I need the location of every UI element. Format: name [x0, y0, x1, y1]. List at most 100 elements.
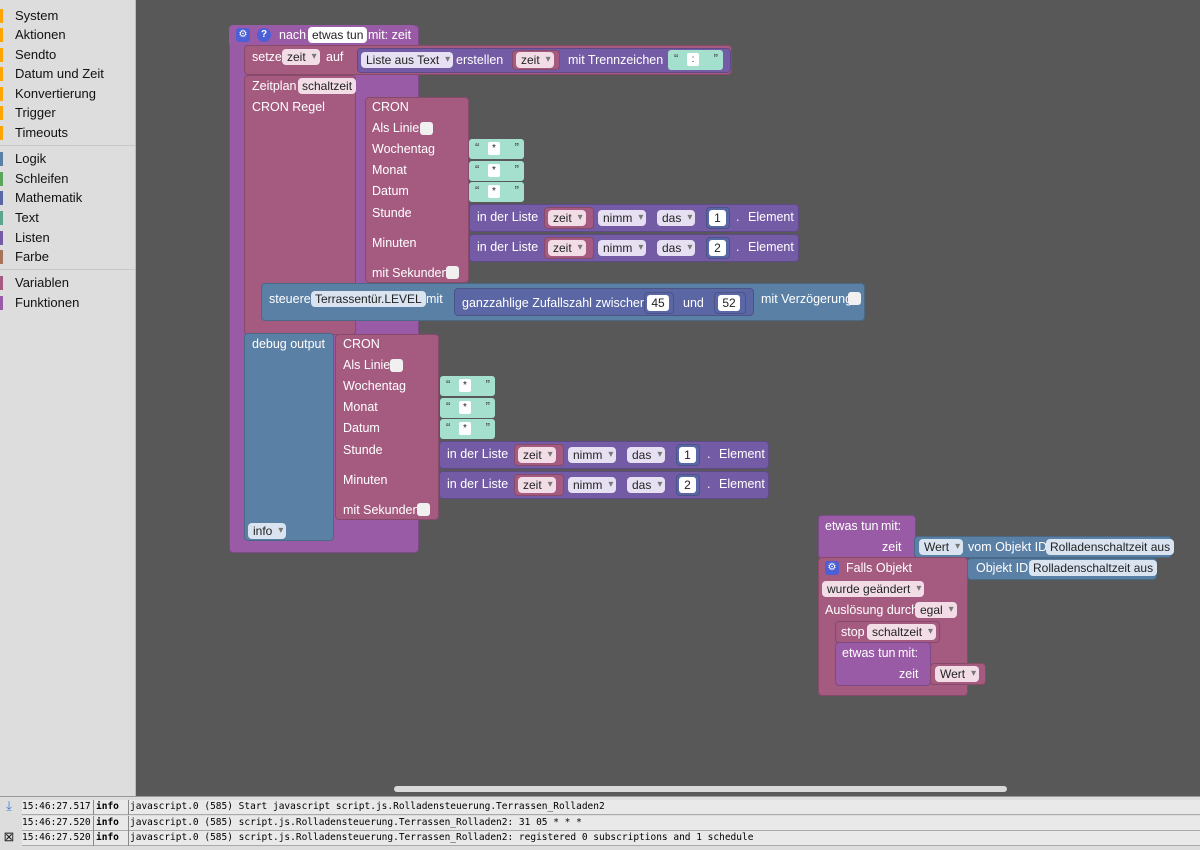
category-funktionen[interactable]: Funktionen: [0, 293, 135, 313]
help-icon[interactable]: ?: [257, 28, 271, 42]
in-der-liste-label: in der Liste: [447, 447, 509, 461]
als-linie-checkbox[interactable]: [420, 122, 433, 135]
objekt-id-label: Objekt ID: [976, 561, 1029, 575]
delay-checkbox[interactable]: [848, 292, 861, 305]
das-dropdown[interactable]: das: [657, 210, 696, 226]
schedule-dropdown[interactable]: schaltzeit: [867, 624, 937, 640]
als-linie-checkbox[interactable]: [390, 359, 403, 372]
log-row: 15:46:27.517 info javascript.0 (585) Sta…: [22, 800, 1200, 815]
category-variablen[interactable]: Variablen: [0, 273, 135, 293]
falls-objekt-label: Falls Objekt: [846, 561, 912, 575]
dot-label: .: [707, 447, 711, 461]
number-value[interactable]: 2: [709, 240, 726, 256]
variable-dropdown[interactable]: zeit: [518, 477, 556, 493]
category-timeouts[interactable]: Timeouts: [0, 123, 135, 143]
text-block[interactable]: “: ”: [668, 50, 723, 70]
category-color: [0, 87, 3, 101]
blockly-workspace[interactable]: ⚙ ? nach etwas tun mit: zeit setze zeit …: [136, 0, 1200, 796]
quote-open: “: [475, 162, 480, 177]
category-mathematik[interactable]: Mathematik: [0, 188, 135, 208]
nimm-dropdown[interactable]: nimm: [568, 447, 617, 463]
number-value[interactable]: 1: [709, 210, 726, 226]
category-label: Trigger: [15, 105, 56, 120]
mit-sekunden-checkbox[interactable]: [417, 503, 430, 516]
in-der-liste-label: in der Liste: [447, 477, 509, 491]
function-name-field[interactable]: etwas tun: [308, 27, 368, 43]
variable-dropdown[interactable]: Wert: [935, 666, 980, 682]
element-label: Element: [719, 447, 765, 461]
minuten-label: Minuten: [343, 473, 388, 487]
category-label: Funktionen: [15, 295, 80, 310]
text-value[interactable]: *: [459, 401, 471, 414]
nimm-dropdown[interactable]: nimm: [598, 210, 647, 226]
category-aktionen[interactable]: Aktionen: [0, 25, 135, 45]
in-der-liste-label: in der Liste: [477, 210, 539, 224]
number-value[interactable]: 1: [679, 447, 696, 463]
text-value[interactable]: *: [488, 185, 500, 198]
scroll-down-icon[interactable]: ⤓: [2, 799, 16, 813]
schedule-name-field[interactable]: schaltzeit: [298, 78, 357, 94]
variable-dropdown[interactable]: zeit: [548, 210, 586, 226]
category-label: Listen: [15, 230, 50, 245]
nimm-dropdown[interactable]: nimm: [598, 240, 647, 256]
steuere-label: steuere: [269, 292, 311, 306]
das-dropdown[interactable]: das: [627, 447, 666, 463]
log-row: 15:46:27.520 info javascript.0 (585) scr…: [22, 831, 1200, 846]
gear-icon[interactable]: ⚙: [236, 28, 250, 42]
nimm-dropdown[interactable]: nimm: [568, 477, 617, 493]
text-value[interactable]: *: [488, 142, 500, 155]
log-time: 15:46:27.517: [22, 801, 91, 812]
text-block[interactable]: “ * ”: [469, 182, 524, 202]
das-dropdown[interactable]: das: [627, 477, 666, 493]
category-sendto[interactable]: Sendto: [0, 45, 135, 65]
text-block[interactable]: “ * ”: [440, 419, 495, 439]
variable-dropdown[interactable]: zeit: [516, 52, 554, 68]
category-color: [0, 126, 3, 140]
object-id-field[interactable]: Rolladenschaltzeit aus: [1029, 560, 1158, 576]
category-schleifen[interactable]: Schleifen: [0, 169, 135, 189]
number-value[interactable]: 52: [718, 295, 740, 311]
attribute-dropdown[interactable]: Wert: [919, 539, 964, 555]
state-id-field[interactable]: Terrassentür.LEVEL: [311, 291, 426, 307]
category-farbe[interactable]: Farbe: [0, 247, 135, 267]
log-level-dropdown[interactable]: info: [248, 523, 287, 539]
object-id-field[interactable]: Rolladenschaltzeit aus: [1046, 539, 1175, 555]
category-trigger[interactable]: Trigger: [0, 103, 135, 123]
clear-log-icon[interactable]: ⊠: [2, 830, 16, 844]
variable-dropdown[interactable]: zeit: [282, 49, 320, 65]
ausloesung-dropdown[interactable]: egal: [915, 602, 957, 618]
auf-label: auf: [326, 50, 344, 64]
text-block[interactable]: “ * ”: [440, 398, 495, 418]
quote-open: “: [446, 377, 451, 392]
gear-icon[interactable]: ⚙: [825, 561, 839, 575]
text-block[interactable]: “ * ”: [469, 139, 524, 159]
category-logik[interactable]: Logik: [0, 149, 135, 169]
category-system[interactable]: System: [0, 6, 135, 26]
horizontal-scrollbar[interactable]: [394, 786, 1007, 792]
text-value[interactable]: *: [459, 422, 471, 435]
list-mode-dropdown[interactable]: Liste aus Text: [361, 52, 454, 68]
log-level: info: [96, 832, 119, 843]
das-dropdown[interactable]: das: [657, 240, 696, 256]
text-block[interactable]: “ * ”: [440, 376, 495, 396]
variable-dropdown[interactable]: zeit: [518, 447, 556, 463]
number-value[interactable]: 45: [647, 295, 669, 311]
category-datum[interactable]: Datum und Zeit: [0, 64, 135, 84]
cron-title: CRON: [343, 337, 380, 351]
number-value[interactable]: 2: [679, 477, 696, 493]
category-label: Text: [15, 210, 39, 225]
category-text[interactable]: Text: [0, 208, 135, 228]
variable-dropdown[interactable]: zeit: [548, 240, 586, 256]
text-block[interactable]: “ * ”: [469, 161, 524, 181]
quote-open: “: [446, 420, 451, 435]
text-value[interactable]: *: [488, 164, 500, 177]
mit-sekunden-checkbox[interactable]: [446, 266, 459, 279]
change-type-dropdown[interactable]: wurde geändert: [822, 581, 925, 597]
minuten-label: Minuten: [372, 236, 417, 250]
category-listen[interactable]: Listen: [0, 228, 135, 248]
text-value[interactable]: :: [687, 53, 699, 66]
text-value[interactable]: *: [459, 379, 471, 392]
category-label: Schleifen: [15, 171, 69, 186]
debug-output-block[interactable]: [244, 333, 334, 541]
category-konvertierung[interactable]: Konvertierung: [0, 84, 135, 104]
